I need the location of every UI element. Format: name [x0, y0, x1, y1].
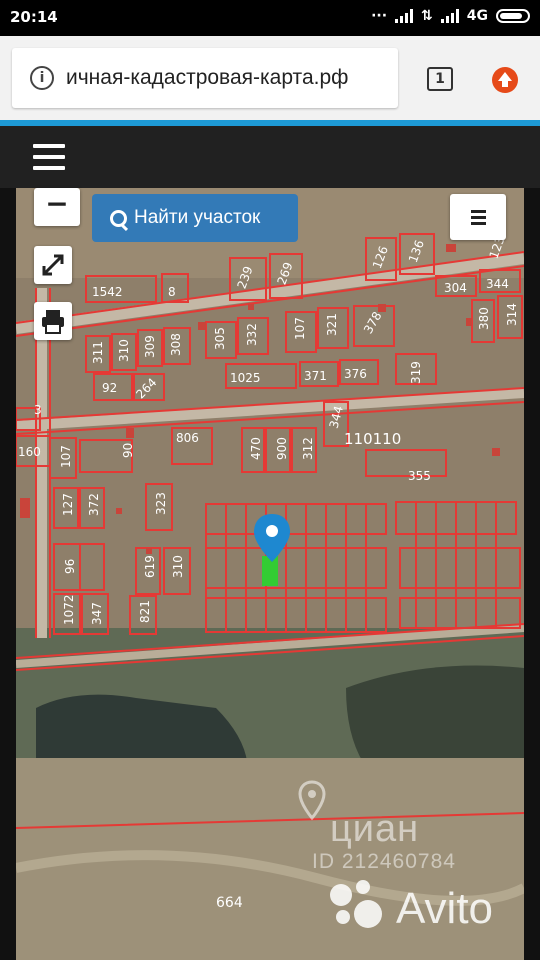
- parcel-label: 821: [138, 600, 152, 623]
- parcel-label: 319: [409, 361, 423, 384]
- page-margin-right: [524, 188, 540, 960]
- address-bar[interactable]: i ичная-кадастровая-карта.рф: [12, 48, 398, 108]
- parcel-label: 344: [486, 277, 509, 291]
- parcel-label: 160: [18, 445, 41, 459]
- parcel-label: 305: [213, 327, 227, 350]
- cadastral-block-label: 110110: [344, 430, 401, 448]
- selected-parcel[interactable]: [262, 556, 278, 586]
- parcel-label: 376: [344, 367, 367, 381]
- hamburger-menu-icon[interactable]: [33, 144, 65, 170]
- parcel-label: 309: [143, 335, 157, 358]
- parcel-label: 304: [444, 281, 467, 295]
- browser-toolbar: i ичная-кадастровая-карта.рф 1: [0, 36, 540, 122]
- find-parcel-label: Найти участок: [134, 207, 261, 228]
- parcel-label: 107: [59, 445, 73, 468]
- parcel-label: 8: [168, 285, 176, 299]
- parcel-label: 372: [87, 493, 101, 516]
- parcel-label: 127: [61, 493, 75, 516]
- parcel-label: 1072: [62, 594, 76, 625]
- parcel-label: 310: [171, 555, 185, 578]
- parcel-label: 92: [102, 381, 117, 395]
- parcel-label: 314: [505, 303, 519, 326]
- parcel-label: 664: [216, 895, 243, 911]
- zoom-out-button[interactable]: −: [34, 188, 80, 226]
- parcel-label: 1542: [92, 285, 123, 299]
- cian-id-watermark: ID 212460784: [312, 850, 456, 873]
- parcel-label: 310: [117, 339, 131, 362]
- cadastral-map[interactable]: 1542 8 239 269 126 136 123 304 344 380 3…: [16, 188, 524, 960]
- parcel-label: 312: [301, 437, 315, 460]
- parcel-label: 321: [325, 313, 339, 336]
- parcel-label: 332: [245, 323, 259, 346]
- battery-icon: [496, 9, 530, 23]
- search-icon: [110, 210, 127, 227]
- parcel-label: 1025: [230, 371, 261, 385]
- status-time: 20:14: [10, 8, 58, 26]
- parcel-label: 90: [121, 443, 135, 458]
- site-header: [0, 126, 540, 188]
- avito-watermark: Avito: [396, 884, 494, 933]
- parcel-label: 619: [143, 555, 157, 578]
- url-text[interactable]: ичная-кадастровая-карта.рф: [66, 66, 348, 90]
- network-type: 4G: [466, 8, 488, 24]
- parcel-label: 308: [169, 333, 183, 356]
- map-canvas[interactable]: 1542 8 239 269 126 136 123 304 344 380 3…: [16, 188, 524, 960]
- tabs-icon[interactable]: 1: [427, 67, 453, 91]
- parcel-label: 355: [408, 469, 431, 483]
- parcel-label: 107: [293, 317, 307, 340]
- update-icon[interactable]: [492, 67, 518, 93]
- parcel-label: 380: [477, 307, 491, 330]
- signal-icon: [395, 9, 414, 23]
- parcel-label: 347: [90, 602, 104, 625]
- find-parcel-button[interactable]: Найти участок: [92, 194, 298, 242]
- parcel-label: 900: [275, 437, 289, 460]
- parcel-label: 323: [154, 492, 168, 515]
- parcel-label: 806: [176, 431, 199, 445]
- status-bar: 20:14 ··· ⇅ 4G: [0, 0, 540, 36]
- parcel-label: 96: [63, 559, 77, 574]
- parcel-label: 311: [91, 341, 105, 364]
- page-margin-left: [0, 188, 16, 960]
- layers-menu-icon[interactable]: [450, 194, 506, 240]
- data-arrows-icon: ⇅: [421, 8, 433, 24]
- expand-icon[interactable]: [34, 246, 72, 284]
- parcel-label: 371: [304, 369, 327, 383]
- signal-2-icon: [440, 9, 459, 23]
- printer-icon[interactable]: [34, 302, 72, 340]
- info-icon[interactable]: i: [30, 66, 54, 90]
- parcel-label: 470: [249, 437, 263, 460]
- dots-icon: ···: [371, 8, 388, 24]
- location-marker-dot: [266, 525, 278, 537]
- status-icons: ··· ⇅ 4G: [371, 8, 530, 24]
- parcel-label: 3: [34, 403, 42, 417]
- cian-watermark: циан: [330, 808, 420, 850]
